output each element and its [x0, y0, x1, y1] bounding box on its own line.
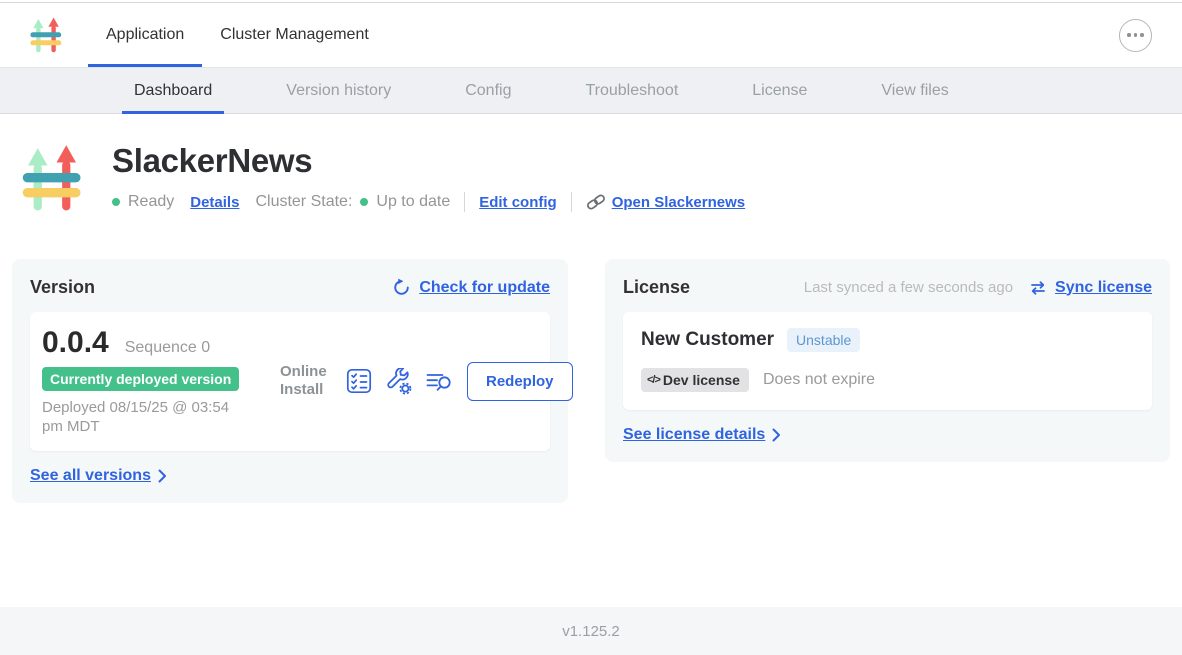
last-synced-label: Last synced a few seconds ago [804, 279, 1013, 296]
top-nav: Application Cluster Management [0, 3, 1182, 67]
dashboard-cards: Version Check for update 0.0.4 Sequ [12, 259, 1170, 503]
license-meta-row: </> Dev license Does not expire [641, 368, 1134, 392]
tab-license-label: License [752, 82, 807, 100]
expiry-label: Does not expire [763, 371, 875, 389]
cluster-state-dot-icon [360, 198, 368, 206]
tab-application[interactable]: Application [88, 3, 202, 67]
version-card: Version Check for update 0.0.4 Sequ [12, 259, 568, 503]
tab-dashboard-label: Dashboard [134, 82, 212, 100]
cluster-state-value: Up to date [376, 193, 450, 211]
deployed-timestamp: Deployed 08/15/25 @ 03:54 pm MDT [42, 399, 250, 437]
tab-view-files[interactable]: View files [869, 68, 960, 113]
top-nav-tabs: Application Cluster Management [88, 3, 387, 67]
see-license-details-label: See license details [623, 426, 765, 444]
preflight-checks-icon[interactable] [346, 368, 372, 394]
nav-app-logo[interactable] [30, 3, 62, 67]
sequence-label: Sequence 0 [125, 339, 210, 357]
see-all-versions-label: See all versions [30, 467, 151, 485]
tab-dashboard[interactable]: Dashboard [122, 68, 224, 113]
license-panel: New Customer Unstable </> Dev license Do… [623, 312, 1152, 410]
tab-view-files-label: View files [881, 82, 948, 100]
tab-version-history-label: Version history [286, 82, 391, 100]
version-actions: Online Install [280, 362, 573, 401]
tab-application-label: Application [106, 26, 184, 44]
current-version-panel: 0.0.4 Sequence 0 Currently deployed vers… [30, 312, 550, 451]
app-status-row: Ready Details Cluster State: Up to date … [112, 192, 745, 212]
status-dot-icon [112, 198, 120, 206]
ellipsis-icon [1127, 33, 1131, 37]
see-license-details-link[interactable]: See license details [623, 426, 781, 444]
code-icon: </> [647, 374, 660, 386]
tab-license[interactable]: License [740, 68, 819, 113]
app-sub-nav: Dashboard Version history Config Trouble… [0, 67, 1182, 114]
license-type-badge: </> Dev license [641, 368, 749, 392]
version-card-header: Version Check for update [30, 277, 550, 298]
sync-icon [1029, 279, 1047, 297]
cluster-state-label: Cluster State: [255, 193, 352, 211]
page-title: SlackerNews [112, 142, 745, 180]
app-header: SlackerNews Ready Details Cluster State:… [22, 142, 1170, 219]
link-icon [586, 192, 606, 212]
channel-badge: Unstable [787, 328, 860, 352]
version-info: 0.0.4 Sequence 0 Currently deployed vers… [42, 326, 280, 437]
console-footer: v1.125.2 [0, 607, 1182, 655]
deploy-logs-icon[interactable] [425, 368, 453, 394]
version-card-title: Version [30, 277, 95, 298]
overflow-menu-button[interactable] [1119, 19, 1152, 52]
chevron-right-icon [158, 469, 167, 483]
app-icon [22, 144, 82, 219]
tab-config-label: Config [465, 82, 511, 100]
refresh-icon [392, 278, 411, 297]
dashboard-main: SlackerNews Ready Details Cluster State:… [0, 114, 1182, 607]
customer-row: New Customer Unstable [641, 328, 1134, 352]
license-card-title: License [623, 277, 690, 298]
status-label: Ready [128, 193, 174, 211]
console-version-label: v1.125.2 [562, 623, 620, 640]
license-card: License Last synced a few seconds ago Sy… [605, 259, 1170, 462]
check-for-update-link[interactable]: Check for update [392, 278, 550, 297]
license-type-label: Dev license [663, 372, 740, 388]
tab-troubleshoot-label: Troubleshoot [585, 82, 678, 100]
see-all-versions-link[interactable]: See all versions [30, 467, 167, 485]
sync-license-label: Sync license [1055, 279, 1152, 297]
open-app-link-label: Open Slackernews [612, 194, 745, 211]
license-card-header: License Last synced a few seconds ago Sy… [623, 277, 1152, 298]
chevron-right-icon [772, 428, 781, 442]
check-for-update-label: Check for update [419, 279, 550, 297]
divider [464, 192, 465, 212]
deployed-status-badge: Currently deployed version [42, 367, 239, 391]
version-action-icons [346, 368, 453, 395]
customer-name: New Customer [641, 329, 774, 351]
install-type-label: Online Install [280, 363, 332, 399]
edit-config-link[interactable]: Edit config [479, 194, 557, 211]
app-logo-icon [30, 17, 62, 54]
redeploy-button[interactable]: Redeploy [467, 362, 573, 401]
tab-cluster-management[interactable]: Cluster Management [202, 3, 387, 67]
config-icon[interactable] [385, 368, 412, 395]
details-link[interactable]: Details [190, 194, 239, 211]
tab-config[interactable]: Config [453, 68, 523, 113]
tab-cluster-management-label: Cluster Management [220, 26, 369, 44]
sync-license-link[interactable]: Sync license [1029, 279, 1152, 297]
tab-troubleshoot[interactable]: Troubleshoot [573, 68, 690, 113]
open-app-link[interactable]: Open Slackernews [586, 192, 745, 212]
divider [571, 192, 572, 212]
version-number: 0.0.4 [42, 326, 109, 360]
tab-version-history[interactable]: Version history [274, 68, 403, 113]
